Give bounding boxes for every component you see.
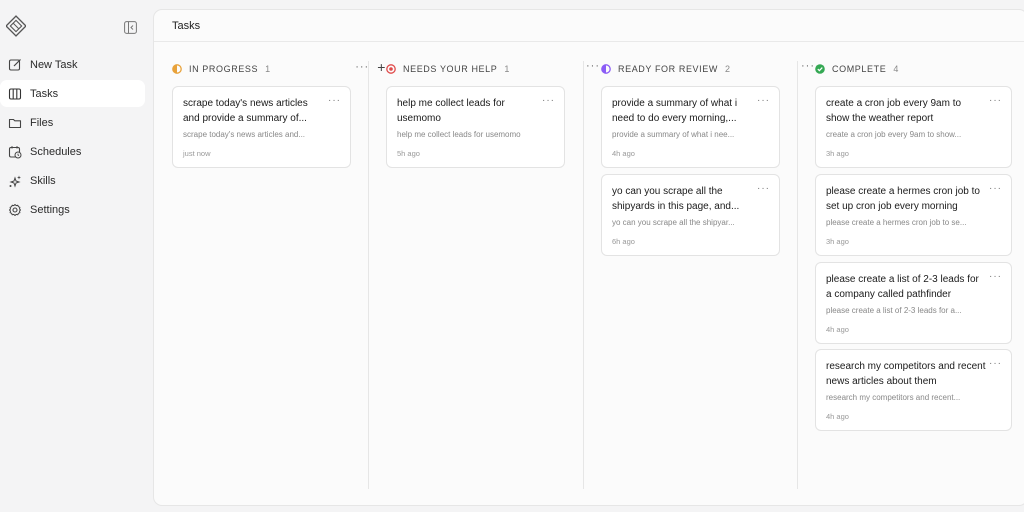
column-count: 4: [893, 64, 899, 74]
task-title: yo can you scrape all the shipyards in t…: [612, 186, 740, 212]
more-options-icon[interactable]: ···: [801, 61, 815, 72]
column-header: NEEDS YOUR HELP 1 ···: [386, 61, 600, 77]
edit-icon: [8, 58, 22, 72]
task-title: scrape today's news articles and provide…: [183, 98, 308, 124]
column-actions: ···: [586, 61, 600, 72]
task-timestamp: 5h ago: [397, 149, 420, 158]
sidebar-item-new-task[interactable]: New Task: [0, 51, 145, 78]
task-timestamp: 3h ago: [826, 237, 849, 246]
main-panel: Tasks IN PROGRESS 1 ··· + scrape today's…: [153, 9, 1024, 506]
task-timestamp: just now: [183, 149, 211, 158]
target-status-icon: [386, 64, 396, 74]
card-more-options-icon[interactable]: ···: [989, 184, 1002, 194]
columns-icon: [8, 87, 22, 101]
sidebar-item-label: Schedules: [30, 145, 82, 158]
sidebar-item-tasks[interactable]: Tasks: [0, 80, 145, 107]
column-header: IN PROGRESS 1 ··· +: [172, 60, 386, 77]
task-card[interactable]: yo can you scrape all the shipyards in t…: [601, 174, 780, 256]
calendar-clock-icon: [8, 145, 22, 159]
task-preview: scrape today's news articles and...: [183, 130, 306, 139]
check-circle-icon: [815, 64, 825, 74]
column-in-progress: IN PROGRESS 1 ··· + scrape today's news …: [172, 43, 386, 493]
page-header: Tasks: [154, 10, 1024, 42]
sidebar: New Task Tasks Files Schedules Skills Se…: [0, 0, 152, 512]
column-actions: ···: [801, 61, 815, 72]
column-title: NEEDS YOUR HELP: [403, 64, 498, 74]
card-more-options-icon[interactable]: ···: [328, 96, 341, 106]
task-card[interactable]: help me collect leads for usemomo ··· he…: [386, 86, 565, 168]
task-preview: please create a hermes cron job to se...: [826, 218, 967, 227]
sidebar-item-label: New Task: [30, 58, 78, 71]
column-divider: [368, 61, 369, 489]
task-card[interactable]: please create a hermes cron job to set u…: [815, 174, 1012, 256]
task-timestamp: 4h ago: [612, 149, 635, 158]
collapse-sidebar-icon[interactable]: [124, 21, 137, 34]
sidebar-item-skills[interactable]: Skills: [0, 167, 145, 194]
task-preview: please create a list of 2-3 leads for a.…: [826, 306, 962, 315]
kanban-board: IN PROGRESS 1 ··· + scrape today's news …: [154, 43, 1024, 505]
task-card[interactable]: scrape today's news articles and provide…: [172, 86, 351, 168]
column-needs-your-help: NEEDS YOUR HELP 1 ··· help me collect le…: [386, 43, 600, 493]
task-card[interactable]: please create a list of 2-3 leads for a …: [815, 262, 1012, 344]
task-title: provide a summary of what i need to do e…: [612, 98, 738, 124]
more-options-icon[interactable]: ···: [586, 61, 600, 72]
column-count: 1: [504, 64, 510, 74]
task-preview: yo can you scrape all the shipyar...: [612, 218, 735, 227]
column-header: COMPLETE 4 ···: [815, 61, 1024, 77]
sidebar-nav: New Task Tasks Files Schedules Skills Se…: [0, 51, 145, 225]
column-divider: [583, 61, 584, 489]
column-ready-for-review: READY FOR REVIEW 2 ··· provide a summary…: [601, 43, 815, 493]
task-timestamp: 4h ago: [826, 412, 849, 421]
task-card[interactable]: research my competitors and recent news …: [815, 349, 1012, 431]
column-complete: COMPLETE 4 ··· create a cron job every 9…: [815, 43, 1024, 493]
column-count: 1: [265, 64, 271, 74]
task-preview: help me collect leads for usemomo: [397, 130, 521, 139]
task-title: please create a list of 2-3 leads for a …: [826, 274, 979, 300]
gear-icon: [8, 203, 22, 217]
sparkles-icon: [8, 174, 22, 188]
half-circle-status-icon: [172, 64, 182, 74]
card-more-options-icon[interactable]: ···: [757, 184, 770, 194]
task-preview: create a cron job every 9am to show...: [826, 130, 962, 139]
folder-icon: [8, 116, 22, 130]
sidebar-item-label: Skills: [30, 174, 56, 187]
add-task-button[interactable]: +: [377, 60, 386, 74]
card-more-options-icon[interactable]: ···: [989, 272, 1002, 282]
column-title: IN PROGRESS: [189, 64, 259, 74]
column-title: COMPLETE: [832, 64, 887, 74]
half-circle-status-icon: [601, 64, 611, 74]
task-title: help me collect leads for usemomo: [397, 98, 505, 124]
app-logo-icon[interactable]: [5, 15, 27, 37]
sidebar-item-settings[interactable]: Settings: [0, 196, 145, 223]
sidebar-item-label: Tasks: [30, 87, 59, 100]
page-title: Tasks: [172, 19, 201, 32]
column-divider: [797, 61, 798, 489]
task-timestamp: 4h ago: [826, 325, 849, 334]
sidebar-item-label: Files: [30, 116, 54, 129]
task-timestamp: 3h ago: [826, 149, 849, 158]
column-count: 2: [724, 64, 731, 74]
sidebar-item-files[interactable]: Files: [0, 109, 145, 136]
task-card[interactable]: create a cron job every 9am to show the …: [815, 86, 1012, 168]
task-title: create a cron job every 9am to show the …: [826, 98, 962, 124]
column-title: READY FOR REVIEW: [618, 64, 718, 74]
card-more-options-icon[interactable]: ···: [542, 96, 555, 106]
task-title: please create a hermes cron job to set u…: [826, 186, 980, 212]
task-preview: research my competitors and recent...: [826, 393, 961, 402]
column-header: READY FOR REVIEW 2 ···: [601, 61, 815, 77]
task-preview: provide a summary of what i nee...: [612, 130, 735, 139]
card-more-options-icon[interactable]: ···: [757, 96, 770, 106]
column-actions: ··· +: [355, 60, 386, 74]
task-timestamp: 6h ago: [612, 237, 635, 246]
card-more-options-icon[interactable]: ···: [989, 359, 1002, 369]
card-more-options-icon[interactable]: ···: [989, 96, 1002, 106]
sidebar-item-schedules[interactable]: Schedules: [0, 138, 145, 165]
task-title: research my competitors and recent news …: [826, 361, 986, 387]
sidebar-item-label: Settings: [30, 203, 70, 216]
task-card[interactable]: provide a summary of what i need to do e…: [601, 86, 780, 168]
